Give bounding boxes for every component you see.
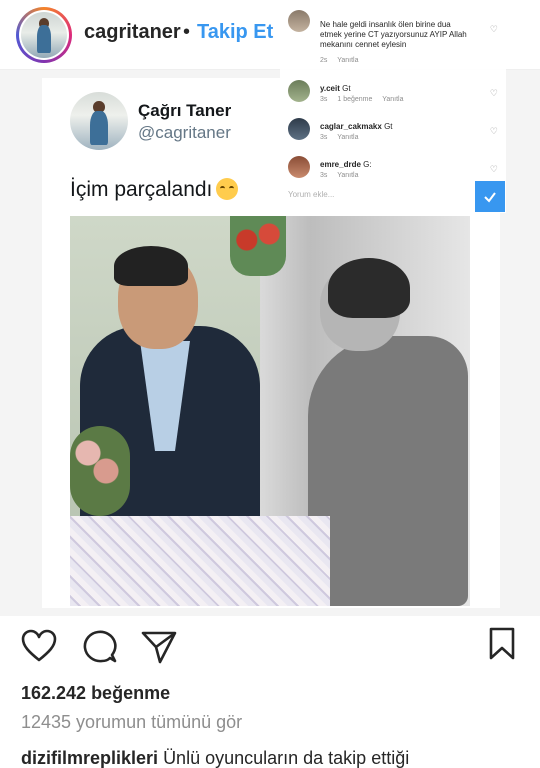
comment-avatar[interactable] xyxy=(288,10,310,32)
comment-time: 2s xyxy=(320,57,328,64)
crying-emoji-icon xyxy=(216,178,239,200)
tweet-photo xyxy=(70,216,470,606)
comment-avatar[interactable] xyxy=(288,80,310,102)
tweet-text-content: İçim parçalandı xyxy=(70,178,213,201)
tweet-author-handle: @cagritaner xyxy=(138,123,231,142)
follow-button[interactable]: Takip Et xyxy=(197,21,273,44)
comment-username: emre_drde G: xyxy=(320,160,372,169)
caption-username[interactable]: dizifilmreplikleri xyxy=(21,748,158,768)
check-icon xyxy=(484,191,496,203)
comment-text: Ne hale geldi insanlık ölen birine dua e… xyxy=(320,20,467,49)
comment-icon[interactable] xyxy=(82,629,118,665)
comment-meta: 3s Yanıtla xyxy=(320,172,359,179)
view-all-comments-link[interactable]: 12435 yorumun tümünü gör xyxy=(21,712,242,733)
comment-like-heart-icon[interactable]: ♡ xyxy=(490,88,498,99)
post-caption: dizifilmreplikleri Ünlü oyuncuların da t… xyxy=(21,748,409,768)
comment-like-heart-icon[interactable]: ♡ xyxy=(490,164,498,175)
avatar-image xyxy=(21,12,67,58)
comment-meta: 3s Yanıtla xyxy=(320,134,359,141)
comment-item: emre_drde G: 3s Yanıtla ♡ xyxy=(288,156,498,186)
send-comment-button[interactable] xyxy=(475,181,505,212)
caption-text: Ünlü oyuncuların da takip ettiği xyxy=(163,748,410,768)
comment-item: Ne hale geldi insanlık ölen birine dua e… xyxy=(288,10,498,70)
separator-dot: • xyxy=(183,21,191,43)
woman-figure xyxy=(308,336,468,606)
comment-username: y.ceit Gt xyxy=(320,84,351,93)
comment-item: caglar_cakmakx Gt 3s Yanıtla ♡ xyxy=(288,118,498,148)
flower-vase xyxy=(230,216,286,276)
post-username[interactable]: cagritaner xyxy=(84,21,181,44)
likes-count[interactable]: 162.242 beğenme xyxy=(21,683,170,704)
tweet-text: İçim parçalandı xyxy=(70,178,239,202)
comment-meta: 3s 1 beğenme Yanıtla xyxy=(320,96,404,103)
flowers xyxy=(70,426,130,516)
comment-like-heart-icon[interactable]: ♡ xyxy=(490,126,498,137)
tweet-author-name: Çağrı Taner xyxy=(138,101,232,120)
add-comment-input[interactable]: Yorum ekle... xyxy=(288,190,334,199)
comment-item: y.ceit Gt 3s 1 beğenme Yanıtla ♡ xyxy=(288,80,498,110)
comment-meta: 2s Yanıtla xyxy=(320,57,367,64)
comment-avatar[interactable] xyxy=(288,156,310,178)
comment-username: caglar_cakmakx Gt xyxy=(320,122,393,131)
reply-link[interactable]: Yanıtla xyxy=(337,57,358,64)
comment-like-heart-icon[interactable]: ♡ xyxy=(490,24,498,35)
comments-overlay: Ne hale geldi insanlık ölen birine dua e… xyxy=(280,0,506,213)
share-icon[interactable] xyxy=(140,629,178,665)
profile-avatar[interactable] xyxy=(16,7,72,63)
tweet-avatar xyxy=(70,92,128,150)
bookmark-icon[interactable] xyxy=(488,627,516,661)
heart-icon[interactable] xyxy=(21,629,57,663)
comment-avatar[interactable] xyxy=(288,118,310,140)
tablecloth xyxy=(70,516,330,606)
